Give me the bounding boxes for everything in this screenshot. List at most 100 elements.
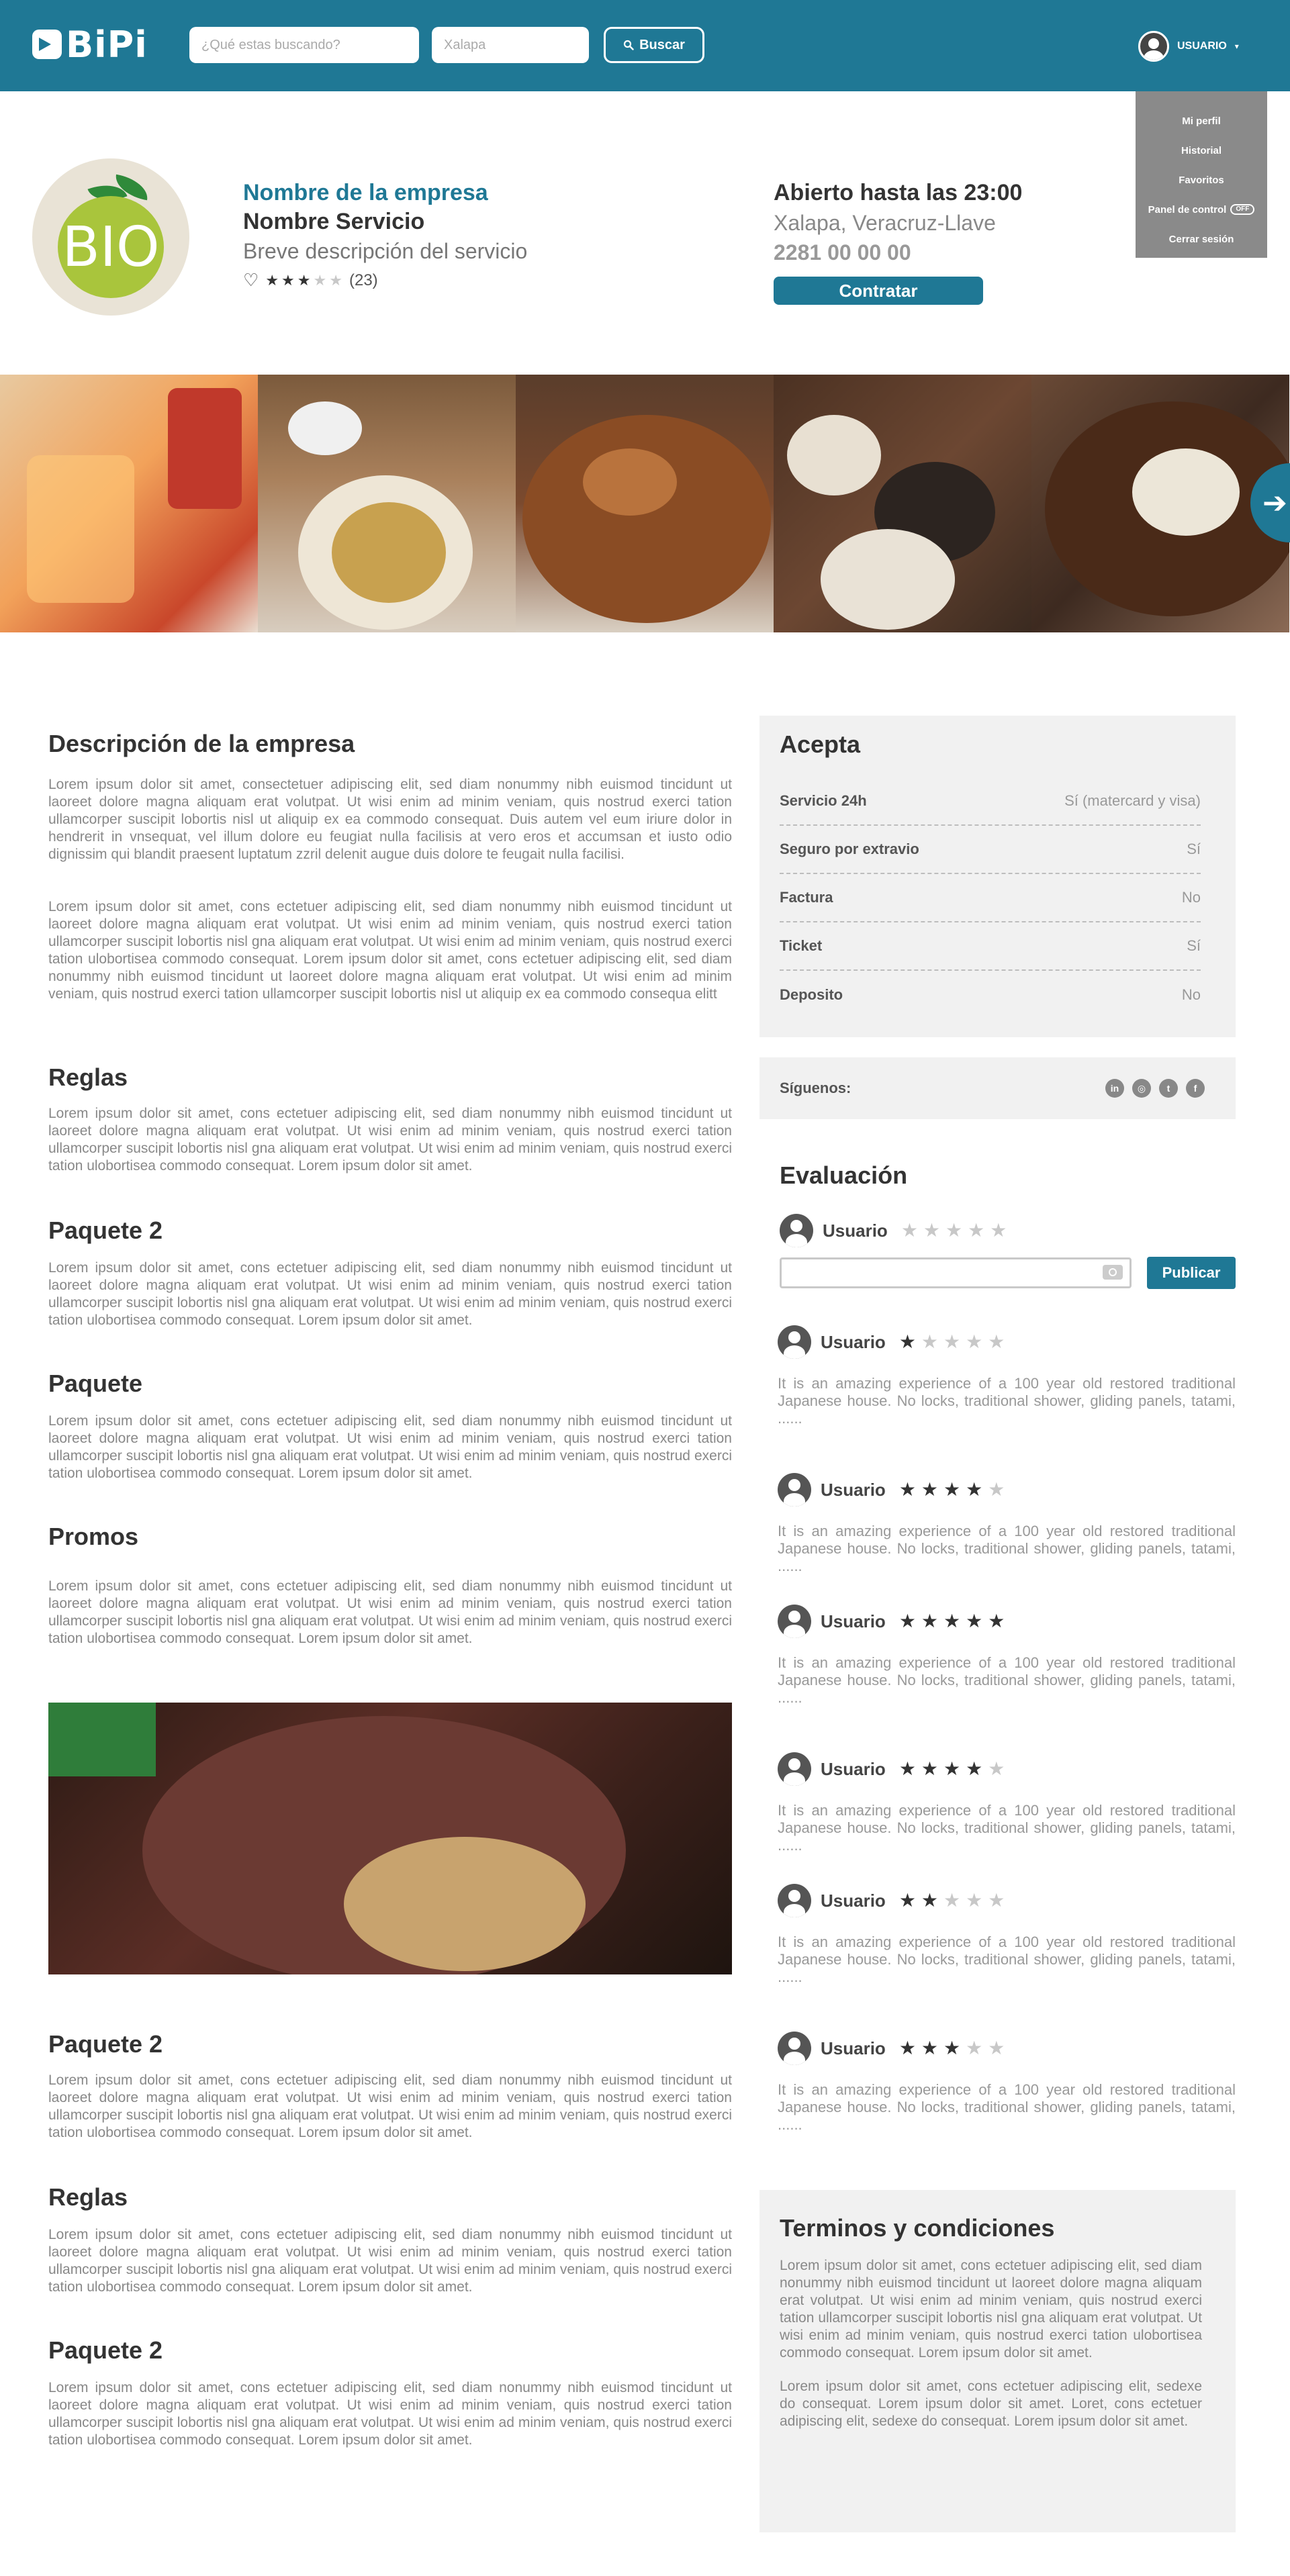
facebook-icon[interactable]: f [1186,1079,1205,1098]
company-rating: ♡ ★ ★ ★ ★ ★ (23) [243,270,378,291]
gallery-photo[interactable] [774,375,1031,632]
linkedin-icon[interactable]: in [1105,1079,1124,1098]
review-header: Usuario ★ ★ ★ ★ ★ [778,1884,1236,1917]
star-filled-icon: ★ [899,1890,916,1911]
star-empty-icon: ★ [943,1331,961,1352]
instagram-icon[interactable]: ◎ [1132,1079,1151,1098]
new-review-header: Usuario ★ ★ ★ ★ ★ [780,1214,1007,1247]
accept-row: Factura No [780,874,1201,922]
accept-row: Ticket Sí [780,922,1201,971]
terms-panel: Terminos y condiciones Lorem ipsum dolor… [759,2190,1236,2532]
review-stars: ★ ★ ★ ★ ★ [899,1333,1005,1351]
gallery-photo[interactable] [0,375,258,632]
search-input[interactable] [189,27,419,63]
user-avatar-icon [780,1214,813,1247]
reviewer-avatar-icon [778,1752,811,1786]
star-filled-icon: ★ [899,1611,916,1631]
section-paragraph: Lorem ipsum dolor sit amet, cons ectetue… [48,2227,732,2295]
reviewer-avatar-icon [778,2032,811,2065]
accept-value: Sí [1187,841,1201,857]
star-empty-icon[interactable]: ★ [968,1221,984,1240]
review-comment-input[interactable] [780,1257,1132,1288]
promo-image-detail [48,1703,156,1776]
user-menu-toggle[interactable]: USUARIO ▾ [1138,31,1239,62]
section-title: Paquete 2 [48,2336,163,2364]
section-title: Descripción de la empresa [48,730,355,757]
menu-item-cerrar-sesion[interactable]: Cerrar sesión [1136,224,1267,254]
star-empty-icon[interactable]: ★ [901,1221,918,1240]
bipi-logo[interactable]: BiPi [32,23,148,66]
camera-icon[interactable] [1103,1265,1123,1280]
company-name[interactable]: Nombre de la empresa [243,180,488,206]
menu-item-mi-perfil[interactable]: Mi perfil [1136,106,1267,136]
favorite-heart-icon[interactable]: ♡ [243,270,259,291]
accept-label: Seguro por extravio [780,841,919,857]
review-item: Usuario ★ ★ ★ ★ ★ It is an amazing experience … [778,1752,1236,1854]
rating-input-stars[interactable]: ★ ★ ★ ★ ★ [901,1221,1007,1240]
accept-value: No [1181,889,1201,906]
section-title: Reglas [48,2183,128,2211]
star-filled-icon: ★ [265,271,279,289]
publish-button[interactable]: Publicar [1147,1257,1236,1289]
star-empty-icon[interactable]: ★ [946,1221,962,1240]
review-header: Usuario ★ ★ ★ ★ ★ [778,1752,1236,1786]
menu-item-panel-de-control[interactable]: Panel de control OFF [1136,195,1267,224]
section-title: Promos [48,1523,139,1550]
section-paragraph: Lorem ipsum dolor sit amet, consectetuer… [48,777,732,862]
reviewer-name: Usuario [821,1611,886,1631]
reviewer-avatar-icon [778,1884,811,1917]
star-filled-icon: ★ [899,1758,916,1779]
star-filled-icon: ★ [943,2038,961,2058]
reviewer-name: Usuario [821,2038,886,2058]
section-paragraph: Lorem ipsum dolor sit amet, cons ectetue… [48,1578,732,1646]
terms-paragraph: Lorem ipsum dolor sit amet, cons ectetue… [780,2258,1202,2360]
top-navigation-bar: BiPi Buscar USUARIO ▾ [0,0,1290,91]
location-input[interactable] [432,27,589,63]
review-header: Usuario ★ ★ ★ ★ ★ [778,1325,1236,1359]
review-item: Usuario ★ ★ ★ ★ ★ It is an amazing experience … [778,1473,1236,1575]
photo-gallery [0,375,1290,632]
search-button[interactable]: Buscar [604,27,704,63]
gallery-photo[interactable] [516,375,774,632]
star-empty-icon[interactable]: ★ [923,1221,940,1240]
accept-label: Servicio 24h [780,792,867,809]
opening-hours: Abierto hasta las 23:00 [774,180,1023,205]
star-filled-icon: ★ [943,1611,961,1631]
star-empty-icon: ★ [329,271,342,289]
star-empty-icon: ★ [988,1331,1005,1352]
star-filled-icon: ★ [921,2038,939,2058]
hire-button[interactable]: Contratar [774,277,983,305]
section-paragraph: Lorem ipsum dolor sit amet, cons ectetue… [48,1413,732,1481]
review-header: Usuario ★ ★ ★ ★ ★ [778,2032,1236,2065]
gallery-photo[interactable] [258,375,516,632]
twitter-icon[interactable]: t [1159,1079,1178,1098]
service-description: Breve descripción del servicio [243,239,528,263]
review-header: Usuario ★ ★ ★ ★ ★ [778,1473,1236,1507]
star-empty-icon: ★ [966,1890,983,1911]
reviewer-name: Usuario [821,1890,886,1911]
section-paragraph: Lorem ipsum dolor sit amet, cons ectetue… [48,2380,732,2448]
star-filled-icon: ★ [921,1890,939,1911]
social-icons: in ◎ t f [1105,1079,1205,1098]
menu-item-favoritos[interactable]: Favoritos [1136,165,1267,195]
company-logo: BIO [32,158,189,316]
accept-row: Servicio 24h Sí (matercard y visa) [780,777,1201,826]
accepts-title: Acepta [780,730,861,758]
menu-item-historial[interactable]: Historial [1136,136,1267,165]
star-filled-icon: ★ [943,1479,961,1500]
star-filled-icon: ★ [943,1758,961,1779]
review-text: It is an amazing experience of a 100 yea… [778,2081,1236,2133]
terms-title: Terminos y condiciones [780,2214,1055,2242]
accept-row: Deposito No [780,971,1201,1019]
terms-paragraph: Lorem ipsum dolor sit amet, cons ectetue… [780,2379,1202,2429]
review-count: (23) [349,271,378,289]
star-empty-icon[interactable]: ★ [990,1221,1007,1240]
review-item: Usuario ★ ★ ★ ★ ★ It is an amazing experience … [778,1605,1236,1707]
accept-label: Factura [780,889,833,906]
review-text: It is an amazing experience of a 100 yea… [778,1375,1236,1427]
review-stars: ★ ★ ★ ★ ★ [899,1480,1005,1499]
search-button-label: Buscar [639,37,685,52]
review-stars: ★ ★ ★ ★ ★ [899,1760,1005,1778]
accept-label: Ticket [780,937,823,954]
promo-image[interactable] [48,1703,732,1974]
